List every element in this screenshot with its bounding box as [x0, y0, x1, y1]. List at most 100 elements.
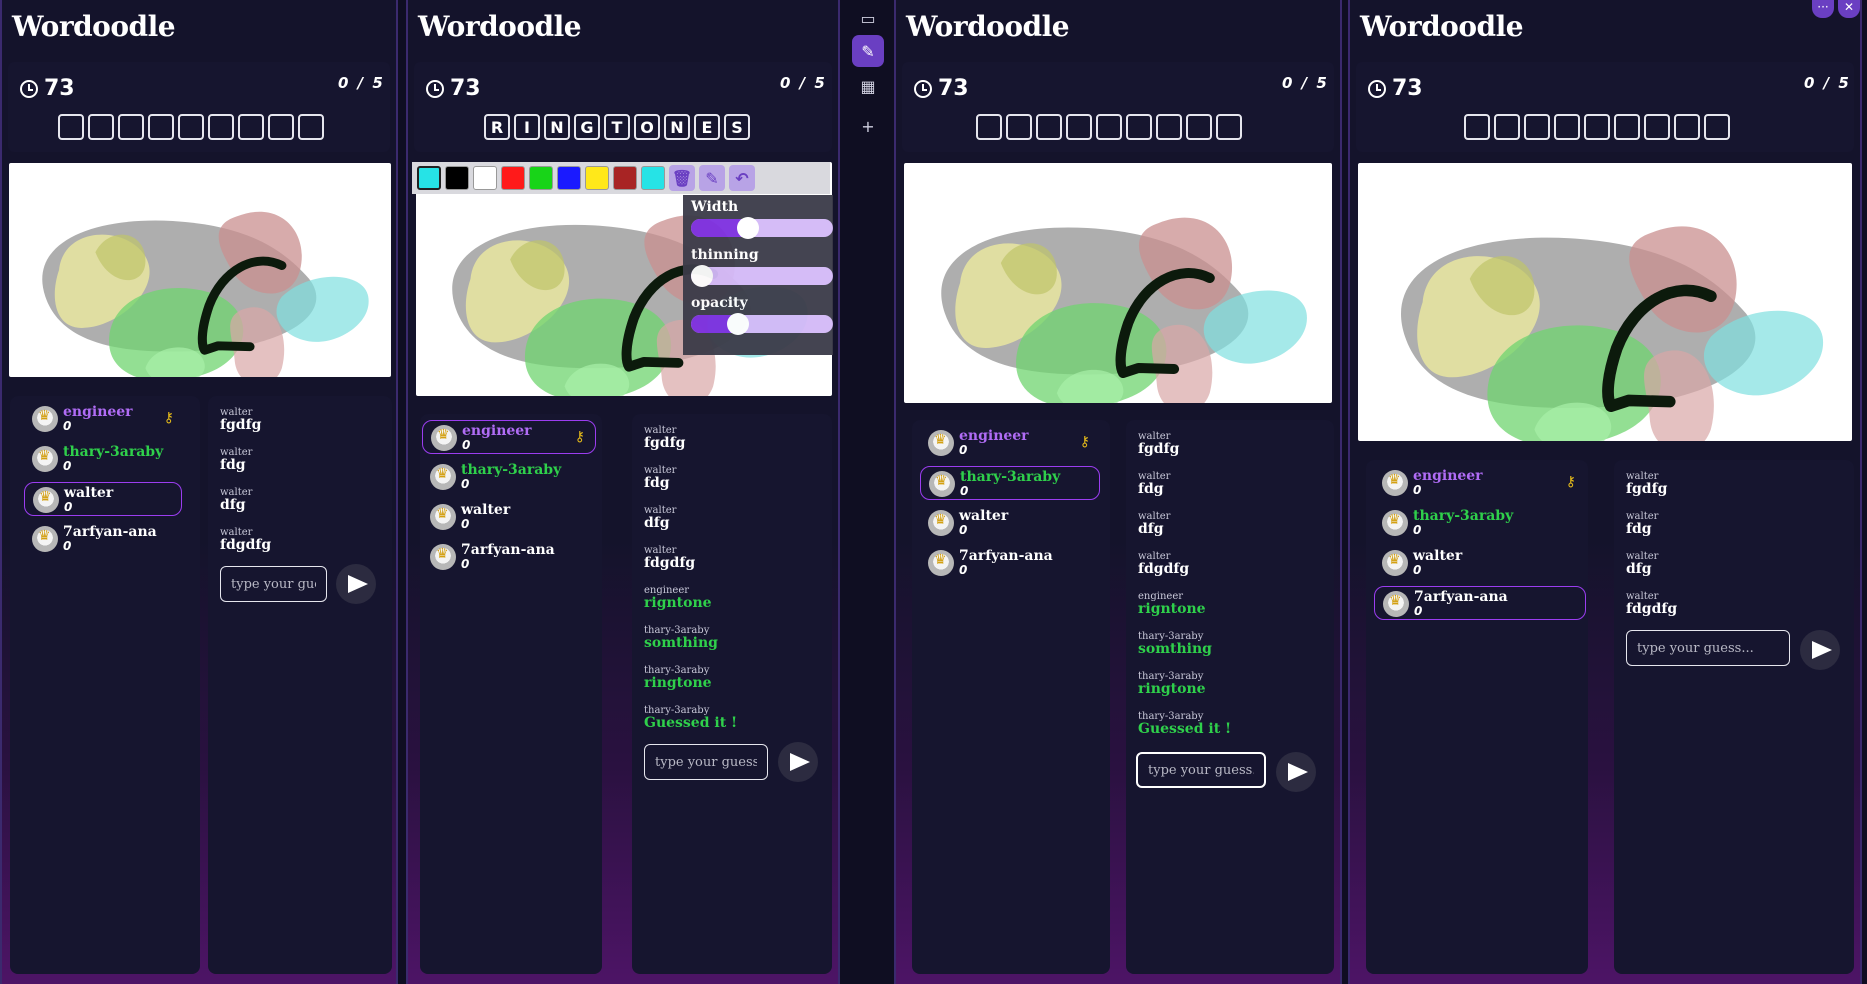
send-button[interactable] [336, 564, 376, 604]
msg-text: fdg [220, 457, 246, 473]
drawing-canvas [904, 163, 1332, 403]
chat-message: walter fdg [1626, 510, 1658, 536]
timer-value: 73 [450, 76, 481, 101]
player-thary-3araby[interactable]: thary-3araby0 [24, 442, 184, 476]
guess-input[interactable] [220, 566, 327, 602]
letter-box: R [484, 114, 510, 140]
avatar [32, 406, 58, 432]
drawing-toolbar: 🗑 ✎ ↶ [412, 162, 830, 194]
undo-icon[interactable]: ↶ [729, 165, 755, 191]
letter-box [1036, 114, 1062, 140]
player-score: 0 [63, 539, 72, 553]
guess-input[interactable] [1626, 630, 1790, 666]
guess-input[interactable] [644, 744, 768, 780]
player-7arfyan-ana[interactable]: 7arfyan-ana0 [1374, 586, 1586, 620]
opacity-slider-knob[interactable] [726, 313, 749, 335]
player-engineer[interactable]: engineer0 ⚷ [1374, 466, 1586, 500]
color-swatch-black[interactable] [445, 166, 469, 190]
app-title: Wordoodle [418, 10, 582, 43]
player-7arfyan-ana[interactable]: 7arfyan-ana0 [920, 546, 1100, 580]
chat-message: walter dfg [644, 504, 676, 530]
player-walter[interactable]: walter0 [24, 482, 182, 516]
chat-message: thary-3araby Guessed it ! [1138, 710, 1231, 736]
guess-input[interactable] [1136, 752, 1266, 788]
player-engineer[interactable]: engineer0 ⚷ [920, 426, 1100, 460]
msg-text: somthing [1138, 641, 1212, 657]
msg-text: fdgdfg [1626, 601, 1678, 617]
app-title: Wordoodle [1360, 10, 1524, 43]
player-engineer[interactable]: engineer0 ⚷ [422, 420, 596, 454]
letter-box [1554, 114, 1580, 140]
color-swatch-green[interactable] [529, 166, 553, 190]
player-name: 7arfyan-ana [461, 542, 555, 558]
trash-icon[interactable]: 🗑 [669, 165, 695, 191]
chat-message: walter fdgdfg [1138, 550, 1189, 576]
player-name: thary-3araby [461, 462, 562, 478]
chat-box: walter fgdfg walter fdg walter dfg walter fd… [208, 396, 392, 974]
msg-text: Guessed it ! [1138, 721, 1232, 737]
letter-box [118, 114, 144, 140]
player-engineer[interactable]: engineer0 ⚷ [24, 402, 184, 436]
thinning-slider-knob[interactable] [691, 265, 714, 287]
avatar [928, 510, 954, 536]
key-icon: ⚷ [1565, 474, 1576, 490]
close-icon[interactable]: ✕ [1838, 0, 1860, 18]
avatar [33, 487, 59, 513]
color-swatch-red[interactable] [501, 166, 525, 190]
drawing-canvas [9, 163, 391, 377]
color-swatch-blue[interactable] [557, 166, 581, 190]
word-boxes [976, 114, 1242, 140]
chat-box: walter fgdfg walter fdg walter dfg walter fd… [632, 414, 832, 974]
chat-message: thary-3araby somthing [1138, 630, 1212, 656]
thinning-slider[interactable] [691, 265, 833, 287]
player-walter[interactable]: walter0 [1374, 546, 1586, 580]
word-boxes [58, 114, 324, 140]
width-slider[interactable] [691, 217, 833, 239]
send-button[interactable] [1276, 752, 1316, 792]
color-swatch-yellow[interactable] [585, 166, 609, 190]
color-swatch-cyan-2[interactable] [641, 166, 665, 190]
player-walter[interactable]: walter0 [422, 500, 596, 534]
send-button[interactable] [778, 742, 818, 782]
letter-box [58, 114, 84, 140]
avatar [929, 471, 955, 497]
more-options-icon[interactable]: ··· [1812, 0, 1834, 18]
send-button[interactable] [1800, 630, 1840, 670]
pen-icon[interactable]: ✎ [852, 35, 884, 67]
plus-icon[interactable]: + [852, 110, 884, 142]
opacity-slider[interactable] [691, 313, 833, 335]
player-walter[interactable]: walter0 [920, 506, 1100, 540]
sidebar-toggle-icon[interactable]: ▭ [852, 2, 884, 34]
player-score: 0 [1413, 483, 1422, 497]
letter-box [208, 114, 234, 140]
msg-text: rigntone [644, 595, 712, 611]
letter-box [268, 114, 294, 140]
brush-icon[interactable]: ✎ [699, 165, 725, 191]
player-name: thary-3araby [960, 469, 1061, 485]
chat-message: thary-3araby ringtone [644, 664, 712, 690]
thinning-label: thinning [691, 247, 759, 263]
drawing-artwork [1401, 226, 1824, 441]
chat-message: walter fdgdfg [644, 544, 695, 570]
color-swatch-brown[interactable] [613, 166, 637, 190]
key-icon: ⚷ [163, 410, 174, 426]
color-swatch-white[interactable] [473, 166, 497, 190]
player-name: thary-3araby [1413, 508, 1514, 524]
player-name: 7arfyan-ana [63, 524, 157, 540]
color-swatch-cyan[interactable] [417, 166, 441, 190]
palette-icon[interactable]: ▦ [852, 70, 884, 102]
players-list: engineer0 ⚷ thary-3araby0 walter0 7arfya… [10, 396, 200, 974]
player-thary-3araby[interactable]: thary-3araby0 [422, 460, 596, 494]
round-counter: 0 / 5 [338, 74, 385, 92]
width-slider-knob[interactable] [736, 217, 759, 239]
round-counter: 0 / 5 [1804, 74, 1851, 92]
player-thary-3araby[interactable]: thary-3araby0 [920, 466, 1100, 500]
msg-text: Guessed it ! [644, 715, 738, 731]
msg-text: fdg [644, 475, 670, 491]
player-thary-3araby[interactable]: thary-3araby0 [1374, 506, 1586, 540]
player-7arfyan-ana[interactable]: 7arfyan-ana0 [422, 540, 596, 574]
player-7arfyan-ana[interactable]: 7arfyan-ana0 [24, 522, 184, 556]
avatar [1382, 510, 1408, 536]
drawing-artwork [941, 217, 1307, 403]
msg-text: fdg [1626, 521, 1652, 537]
